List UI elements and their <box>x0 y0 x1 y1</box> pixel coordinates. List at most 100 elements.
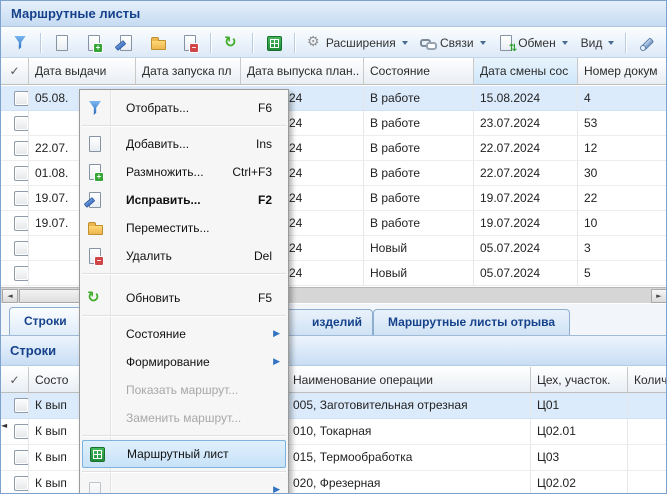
extensions-label: Расширения <box>326 36 396 50</box>
row-checkbox[interactable] <box>14 91 29 106</box>
chain-icon <box>420 35 436 51</box>
menu-item-dobavit[interactable]: Добавить... Ins <box>80 130 288 158</box>
menu-item-udalit[interactable]: Удалить Del <box>80 242 288 270</box>
column-header-doc-number[interactable]: Номер докум <box>578 58 667 85</box>
move-button[interactable] <box>143 31 173 55</box>
doc-number-cell: 10 <box>578 211 667 235</box>
view-label: Вид <box>581 36 603 50</box>
view-dropdown[interactable]: Вид <box>575 31 620 55</box>
menu-separator <box>80 122 288 130</box>
menu-item-sostoyanie[interactable]: Состояние ▶ <box>80 320 288 348</box>
menu-separator <box>80 468 288 476</box>
menu-item-marshrutny-list[interactable]: Маршрутный лист <box>82 440 286 468</box>
menu-item-zamenit-marshrut[interactable]: Заменить маршрут... <box>80 404 288 432</box>
menu-separator <box>80 432 288 440</box>
excel-export-button[interactable] <box>259 31 289 55</box>
tab-marshrutnye-listy-otryva[interactable]: Маршрутные листы отрыва <box>373 309 570 335</box>
menu-item-obnovit[interactable]: Обновить F5 <box>80 284 288 312</box>
filter-button[interactable] <box>5 31 35 55</box>
chevron-down-icon <box>562 41 568 45</box>
context-menu: Отобрать... F6 Добавить... Ins Размножит… <box>79 89 289 494</box>
column-header-quantity[interactable]: Колич <box>628 367 667 393</box>
quantity-cell <box>628 393 667 418</box>
quantity-cell <box>628 445 667 470</box>
doc-copy-icon <box>86 35 102 51</box>
change-date-cell: 05.07.2024 <box>474 261 578 285</box>
tab-stroki[interactable]: Строки <box>9 307 82 335</box>
folder-move-icon <box>87 220 103 236</box>
row-checkbox[interactable] <box>14 266 29 281</box>
doc-number-cell: 53 <box>578 111 667 135</box>
operation-cell: 005, Заготовительная отрезная <box>287 393 531 418</box>
row-checkbox[interactable] <box>14 141 29 156</box>
doc-copy-icon <box>87 164 103 180</box>
doc-number-cell: 30 <box>578 161 667 185</box>
change-date-cell: 22.07.2024 <box>474 136 578 160</box>
menu-separator <box>80 270 288 284</box>
state-cell: Новый <box>364 261 474 285</box>
splitter-collapse-icon[interactable]: ◄ <box>1 419 8 433</box>
duplicate-button[interactable] <box>79 31 109 55</box>
row-checkbox[interactable] <box>14 166 29 181</box>
row-checkbox[interactable] <box>14 216 29 231</box>
change-date-cell: 22.07.2024 <box>474 161 578 185</box>
column-header-release-date[interactable]: Дата выпуска план.. <box>241 58 364 85</box>
toolbar-separator <box>252 33 254 53</box>
wrench-icon <box>639 35 655 51</box>
doc-number-cell: 3 <box>578 236 667 260</box>
shop-cell: Ц01 <box>531 393 628 418</box>
settings-button[interactable] <box>632 31 662 55</box>
doc-edit-icon <box>118 35 134 51</box>
toolbar-separator <box>210 33 212 53</box>
state-cell: В работе <box>364 161 474 185</box>
exchange-dropdown[interactable]: Обмен <box>493 31 573 55</box>
operation-cell: 015, Термообработка <box>287 445 531 470</box>
column-header-check[interactable]: ✓ <box>1 58 29 85</box>
edit-button[interactable] <box>111 31 141 55</box>
chevron-down-icon <box>608 41 614 45</box>
row-checkbox[interactable] <box>14 476 29 491</box>
shop-cell: Ц02.02 <box>531 471 628 494</box>
doc-delete-icon <box>182 35 198 51</box>
toolbar-separator <box>625 33 627 53</box>
scroll-right-icon[interactable]: ► <box>651 289 667 303</box>
menu-item-partial[interactable]: ▶ <box>80 476 288 494</box>
menu-item-peremestit[interactable]: Переместить... <box>80 214 288 242</box>
add-button[interactable] <box>47 31 77 55</box>
column-header-state[interactable]: Состояние <box>364 58 474 85</box>
row-checkbox[interactable] <box>14 398 29 413</box>
excel-icon <box>89 446 105 462</box>
change-date-cell: 19.07.2024 <box>474 211 578 235</box>
links-label: Связи <box>440 36 474 50</box>
row-checkbox[interactable] <box>14 191 29 206</box>
row-checkbox[interactable] <box>14 450 29 465</box>
scroll-left-icon[interactable]: ◄ <box>2 289 18 303</box>
menu-item-pokazat-marshrut[interactable]: Показать маршрут... <box>80 376 288 404</box>
window-title: Маршрутные листы <box>1 1 666 27</box>
column-header-operation-name[interactable]: Наименование операции <box>287 367 531 393</box>
state-cell: В работе <box>364 186 474 210</box>
column-header-check[interactable]: ✓ <box>1 367 29 393</box>
exchange-icon <box>498 35 514 51</box>
refresh-icon <box>224 35 240 51</box>
menu-item-formirovanie[interactable]: Формирование ▶ <box>80 348 288 376</box>
column-header-state-change-date[interactable]: Дата смены сос <box>474 58 578 85</box>
row-checkbox[interactable] <box>14 424 29 439</box>
menu-item-ispravit[interactable]: Исправить... F2 <box>80 186 288 214</box>
delete-button[interactable] <box>175 31 205 55</box>
menu-item-otobrat[interactable]: Отобрать... F6 <box>80 94 288 122</box>
state-cell: В работе <box>364 136 474 160</box>
change-date-cell: 05.07.2024 <box>474 236 578 260</box>
column-header-launch-date[interactable]: Дата запуска пл <box>136 58 241 85</box>
menu-item-razmnozhit[interactable]: Размножить... Ctrl+F3 <box>80 158 288 186</box>
operation-cell: 020, Фрезерная <box>287 471 531 494</box>
row-checkbox[interactable] <box>14 241 29 256</box>
menu-separator <box>80 312 288 320</box>
refresh-button[interactable] <box>217 31 247 55</box>
links-dropdown[interactable]: Связи <box>415 31 491 55</box>
column-header-shop[interactable]: Цех, участок. <box>531 367 628 393</box>
row-checkbox[interactable] <box>14 116 29 131</box>
quantity-cell <box>628 471 667 494</box>
column-header-issue-date[interactable]: Дата выдачи <box>29 58 136 85</box>
extensions-dropdown[interactable]: Расширения <box>301 31 413 55</box>
